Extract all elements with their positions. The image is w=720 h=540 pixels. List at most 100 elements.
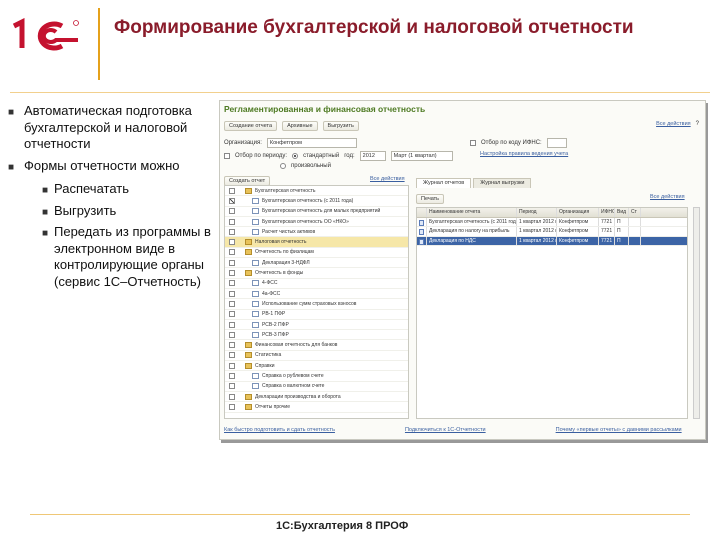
tree-item[interactable]: РСВ-3 ПФР (225, 330, 408, 341)
tree-item[interactable]: Декларации производства и оборота (225, 392, 408, 403)
right-toolbar: Печать (416, 194, 445, 204)
report-period-cell: 1 квартал 2012 г. (519, 227, 557, 236)
tree-item-label: Бухгалтерская отчетность для малых предп… (262, 208, 381, 215)
bullet-text: Автоматическая подготовка бухгалтерской … (24, 103, 192, 151)
tree-item-checkbox[interactable] (225, 187, 238, 194)
quarter-field[interactable]: Март (1 квартал) (390, 151, 453, 161)
tree-item[interactable]: 4а-ФСС (225, 289, 408, 300)
tree-item-checkbox[interactable] (225, 342, 238, 349)
bottom-links: Как быстро подготовить и сдать отчетност… (224, 427, 682, 433)
report-name-cell: Декларация по налогу на прибыль (427, 227, 517, 236)
tree-item-checkbox[interactable] (225, 290, 238, 297)
period-standard-radio[interactable] (292, 153, 299, 159)
report-doc-icon (417, 217, 427, 226)
tree-item-checkbox[interactable] (225, 393, 238, 400)
tree-item-checkbox[interactable] (225, 239, 238, 246)
tree-item-checkbox[interactable] (225, 270, 238, 277)
tree-item-label: РСВ-3 ПФР (262, 331, 289, 338)
tree-item-checkbox[interactable] (225, 321, 238, 328)
help-icon[interactable]: ? (696, 121, 699, 127)
tree-item[interactable]: 4-ФСС (225, 279, 408, 289)
org-field[interactable]: Конфетпром (266, 138, 357, 148)
tree-item[interactable]: Отчеты прочие (225, 402, 408, 413)
tree-item[interactable]: РВ-1 ПФР (225, 310, 408, 320)
tree-item[interactable]: Справка о рублевом счете (225, 371, 408, 382)
grid-column-header[interactable]: Период (517, 208, 557, 217)
grid-column-header[interactable]: Наименование отчета (427, 208, 517, 217)
tree-item-checkbox[interactable] (225, 352, 238, 359)
tree-item-checkbox[interactable] (225, 249, 238, 256)
upload-button[interactable]: Выгрузить (322, 121, 359, 131)
settings-link[interactable]: Настройка правила ведения учета (480, 151, 568, 157)
table-row[interactable]: Декларация по налогу на прибыль 1 квартал… (417, 227, 687, 237)
tree-item[interactable]: Декларация 3-НДФЛ (225, 258, 408, 269)
tree-item-checkbox[interactable] (225, 197, 238, 204)
header-divider (98, 8, 100, 80)
tab-journal[interactable]: Журнал отчетов (416, 178, 472, 188)
tree-item[interactable]: Справки (225, 361, 408, 372)
tree-item[interactable]: Статистика (225, 351, 408, 362)
connect-link[interactable]: Подключиться к 1С-Отчетности (405, 427, 486, 433)
bullet-marker-icon: ■ (8, 161, 15, 173)
tree-item-checkbox[interactable] (225, 228, 238, 235)
archive-button[interactable]: Архивные (282, 121, 318, 131)
tree-item-checkbox[interactable] (225, 362, 238, 369)
help-link[interactable]: Как быстро подготовить и сдать отчетност… (224, 427, 335, 433)
tree-item[interactable]: Использование сумм страховых взносов (225, 299, 408, 310)
create-report-button[interactable]: Создание отчета (224, 121, 278, 131)
left-all-actions-menu[interactable]: Все действия (370, 176, 405, 182)
bullet-marker-icon: ■ (42, 228, 49, 239)
grid-column-header[interactable]: ИФНС (599, 208, 615, 217)
document-icon (252, 321, 259, 328)
inn-field[interactable] (546, 138, 567, 148)
print-button[interactable]: Печать (416, 194, 445, 204)
tree-item-label: Декларация 3-НДФЛ (262, 259, 310, 266)
grid-column-header[interactable]: Вид (615, 208, 629, 217)
tree-item-checkbox[interactable] (225, 403, 238, 410)
tree-item-checkbox[interactable] (225, 331, 238, 338)
period-free-radio[interactable] (280, 163, 286, 169)
period-checkbox[interactable] (224, 153, 230, 159)
year-field[interactable]: 2012 (359, 151, 386, 161)
tree-item[interactable]: Бухгалтерская отчетность для малых предп… (225, 207, 408, 217)
period-filter: Отбор по периоду: стандартный год: 2012 … (224, 151, 453, 161)
right-all-actions-menu[interactable]: Все действия (650, 194, 685, 200)
grid-body: Бухгалтерская отчетность (с 2011 года) 1 … (417, 217, 687, 246)
sub-bullet-text: Выгрузить (54, 202, 117, 218)
slide-title: Формирование бухгалтерской и налоговой о… (114, 17, 634, 38)
tree-item[interactable]: Финансовая отчетность для банков (225, 340, 408, 351)
tree-item[interactable]: Бухгалтерская отчетность (с 2011 года) (225, 196, 408, 207)
mailings-link[interactable]: Почему «первые отчеты» с давними рассылк… (556, 427, 682, 433)
table-row[interactable]: Декларация по НДС 1 квартал 2012 г. Конфет… (417, 236, 687, 246)
tree-item-checkbox[interactable] (225, 259, 238, 266)
settings-row: Настройка правила ведения учета (480, 151, 568, 157)
tab-uploads[interactable]: Журнал выгрузки (473, 178, 532, 188)
year-label: год: (344, 153, 355, 159)
grid-column-header[interactable]: Ст (629, 208, 641, 217)
tree-item[interactable]: Бухгалтерская отчетность (225, 186, 408, 197)
tree-item-checkbox[interactable] (225, 218, 238, 225)
tree-item-checkbox[interactable] (225, 280, 238, 287)
tree-item[interactable]: Справка о валютном счете (225, 382, 408, 392)
tree-item-checkbox[interactable] (225, 208, 238, 215)
all-actions-menu[interactable]: Все действия (656, 121, 691, 127)
tree-item[interactable]: РСВ-2 ПФР (225, 320, 408, 331)
grid-column-header[interactable]: Организация (557, 208, 599, 217)
tree-item-checkbox[interactable] (225, 372, 238, 379)
inn-filter-checkbox[interactable] (470, 140, 476, 146)
tree-item[interactable]: Отчетность в фонды (225, 268, 408, 279)
document-icon (252, 228, 259, 235)
tree-item[interactable]: Бухгалтерская отчетность ОО «НКО» (225, 217, 408, 228)
tree-item-checkbox[interactable] (225, 300, 238, 307)
table-row[interactable]: Бухгалтерская отчетность (с 2011 года) 1 … (417, 217, 687, 227)
report-org-cell: Конфетпром (557, 227, 599, 236)
tree-item[interactable]: Отчетность по физлицам (225, 248, 408, 259)
grid-column-header[interactable] (417, 208, 427, 217)
document-icon (252, 218, 259, 225)
report-ifns-cell: 7721 (599, 236, 615, 245)
grid-scrollbar[interactable] (693, 207, 700, 419)
tree-item-checkbox[interactable] (225, 383, 238, 390)
tree-item[interactable]: Расчет чистых активов (225, 227, 408, 238)
tree-item[interactable]: Налоговая отчетность (225, 237, 408, 248)
tree-item-checkbox[interactable] (225, 311, 238, 318)
